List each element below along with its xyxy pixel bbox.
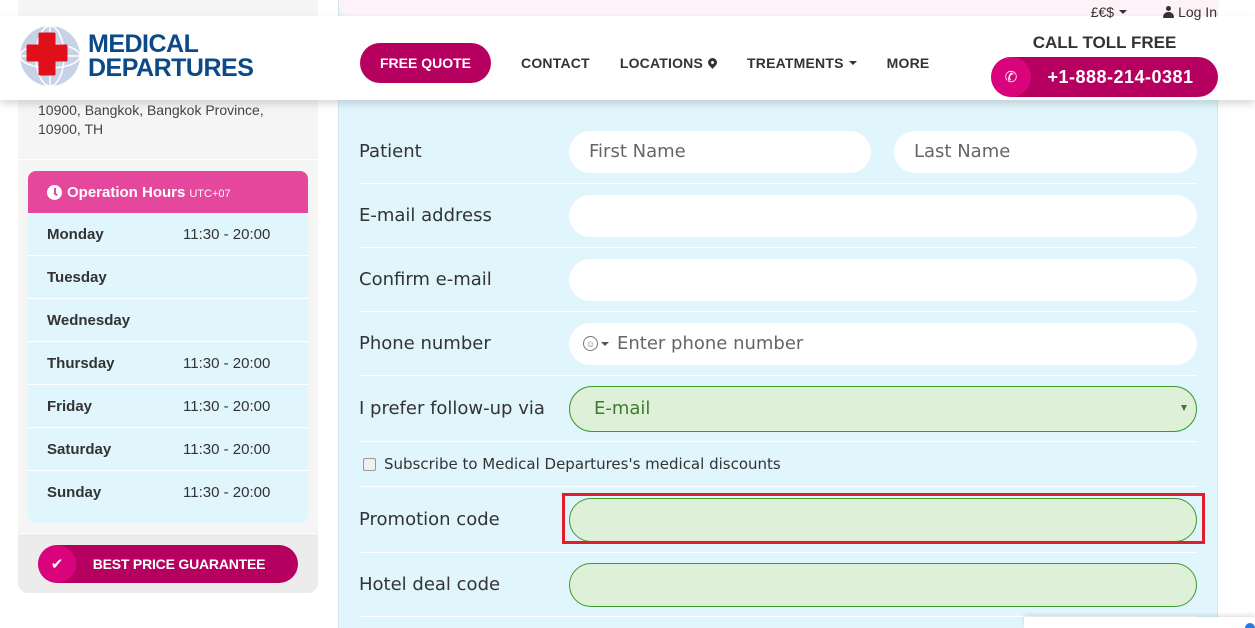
check-icon: ✔ [38, 545, 76, 583]
best-price-guarantee-button[interactable]: ✔ BEST PRICE GUARANTEE [38, 545, 298, 583]
subscribe-checkbox-label[interactable]: Subscribe to Medical Departures's medica… [359, 455, 781, 473]
phone-number: +1-888-214-0381 [1047, 66, 1194, 87]
phone-icon: ✆ [991, 57, 1031, 97]
nav-treatments[interactable]: TREATMENTS [747, 55, 857, 71]
map-pin-icon [706, 55, 719, 69]
hours-row: Wednesday [28, 299, 308, 342]
confirm-email-input[interactable] [569, 258, 1197, 301]
subscribe-text: Subscribe to Medical Departures's medica… [384, 455, 781, 473]
logo-globe-cross-icon [19, 25, 81, 87]
chat-icon[interactable] [1245, 623, 1255, 628]
logo-text: MEDICAL DEPARTURES [88, 30, 254, 82]
phone-row: Phone number ☺ [359, 312, 1197, 376]
day-hours: 11:30 - 20:00 [183, 440, 271, 458]
nav-locations-label: LOCATIONS [619, 55, 704, 71]
main-nav: FREE QUOTE CONTACT LOCATIONS TREATMENTS … [360, 43, 929, 83]
phone-label: Phone number [359, 333, 491, 354]
patient-label: Patient [359, 141, 422, 162]
divider [18, 159, 318, 160]
hours-row: Thursday 11:30 - 20:00 [28, 342, 308, 385]
address-line: 10900, TH [38, 121, 104, 137]
day-label: Monday [47, 225, 104, 243]
hours-row: Sunday 11:30 - 20:00 [28, 471, 308, 514]
promotion-row: Promotion code [359, 487, 1197, 553]
follow-up-selected-value[interactable]: E-mail [569, 385, 1197, 432]
login-label: Log In [1178, 4, 1217, 20]
day-label: Thursday [47, 354, 115, 372]
email-label: E-mail address [359, 205, 492, 226]
logo[interactable]: MEDICAL DEPARTURES [18, 24, 254, 88]
phone-field: ☺ [569, 322, 1197, 365]
clock-icon [47, 184, 62, 200]
login-link[interactable]: Log In [1163, 4, 1217, 20]
hours-row: Tuesday [28, 256, 308, 299]
email-input[interactable] [569, 194, 1197, 237]
day-hours: 11:30 - 20:00 [183, 484, 271, 501]
follow-up-select[interactable]: E-mail [569, 385, 1197, 432]
confirm-email-label: Confirm e-mail [359, 269, 492, 290]
currency-selector[interactable]: £€$ [1090, 4, 1128, 20]
promotion-code-input[interactable] [569, 497, 1197, 542]
day-hours: 11:30 - 20:00 [183, 225, 271, 243]
subscribe-checkbox[interactable] [363, 457, 376, 471]
country-globe-icon[interactable]: ☺ [583, 336, 598, 351]
toll-free-label: CALL TOLL FREE [1032, 33, 1177, 52]
nav-treatments-label: TREATMENTS [747, 55, 844, 71]
hours-row: Friday 11:30 - 20:00 [28, 385, 308, 428]
patient-row: Patient [359, 120, 1197, 184]
logo-line-2: DEPARTURES [88, 54, 254, 82]
site-header: MEDICAL DEPARTURES FREE QUOTE CONTACT LO… [0, 16, 1255, 100]
operation-hours-title: Operation Hours [67, 183, 186, 201]
day-label: Saturday [47, 440, 112, 458]
hotel-deal-code-input[interactable] [569, 562, 1197, 607]
follow-up-label: I prefer follow-up via [359, 398, 545, 419]
operation-hours-card: Operation Hours UTC+07 Monday 11:30 - 20:… [28, 171, 308, 523]
toll-free-block: CALL TOLL FREE ✆ +1-888-214-0381 [991, 33, 1218, 97]
guarantee-panel: ✔ BEST PRICE GUARANTEE [18, 533, 318, 593]
free-quote-button[interactable]: FREE QUOTE [360, 43, 492, 83]
operation-hours-header: Operation Hours UTC+07 [28, 171, 308, 213]
hotel-label: Hotel deal code [359, 574, 501, 595]
user-icon [1163, 6, 1175, 18]
day-hours: 11:30 - 20:00 [183, 354, 271, 372]
country-dropdown-caret-icon[interactable] [601, 341, 609, 346]
timezone-label: UTC+07 [189, 187, 231, 200]
hotel-row: Hotel deal code [359, 553, 1197, 617]
nav-contact-label: CONTACT [521, 55, 590, 71]
first-name-input[interactable] [569, 130, 871, 173]
nav-more-label: MORE [886, 55, 930, 71]
follow-up-row: I prefer follow-up via E-mail [359, 376, 1197, 442]
day-label: Tuesday [47, 268, 107, 286]
subscribe-row: Subscribe to Medical Departures's medica… [359, 442, 1197, 487]
hours-row: Monday 11:30 - 20:00 [28, 213, 308, 256]
caret-down-icon [848, 61, 857, 65]
nav-contact[interactable]: CONTACT [521, 55, 590, 71]
confirm-email-row: Confirm e-mail [359, 248, 1197, 312]
last-name-input[interactable] [894, 130, 1197, 173]
day-hours: 11:30 - 20:00 [183, 397, 271, 415]
day-label: Sunday [47, 484, 102, 501]
hours-row: Saturday 11:30 - 20:00 [28, 428, 308, 471]
caret-down-icon [1119, 10, 1128, 14]
nav-locations[interactable]: LOCATIONS [619, 55, 719, 71]
currency-label: £€$ [1090, 4, 1115, 20]
call-phone-button[interactable]: ✆ +1-888-214-0381 [991, 57, 1218, 97]
logo-line-1: MEDICAL [88, 30, 199, 58]
chat-widget-popup[interactable] [1024, 617, 1255, 628]
email-row: E-mail address [359, 184, 1197, 248]
nav-more[interactable]: MORE [887, 55, 930, 71]
promotion-label: Promotion code [359, 509, 500, 530]
day-label: Wednesday [47, 311, 131, 329]
chevron-down-icon [1181, 404, 1187, 411]
best-price-guarantee-label: BEST PRICE GUARANTEE [92, 556, 266, 572]
phone-input[interactable] [617, 333, 1197, 354]
utility-bar: £€$ Log In [1091, 4, 1217, 20]
day-label: Friday [47, 397, 93, 415]
address-line: 10900, Bangkok, Bangkok Province, [38, 102, 264, 118]
notice-banner [339, 0, 1219, 16]
